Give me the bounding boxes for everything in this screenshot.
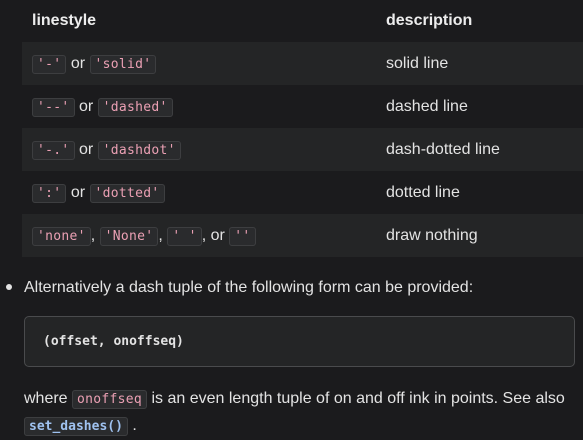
- doc-page: linestyle description '-' or 'solid' sol…: [0, 0, 583, 440]
- description-cell: solid line: [376, 42, 583, 85]
- onoffseq-code: onoffseq: [72, 390, 148, 409]
- linestyle-cell: 'none', 'None', ' ', or '': [22, 214, 376, 257]
- linestyle-code: 'dashdot': [97, 140, 181, 160]
- paragraph-prefix: where: [24, 390, 73, 407]
- table-row: '-.' or 'dashdot' dash-dotted line: [22, 128, 583, 171]
- linestyle-cell: '-.' or 'dashdot': [22, 128, 376, 171]
- column-header-linestyle: linestyle: [22, 0, 376, 42]
- bullet-text: Alternatively a dash tuple of the follow…: [24, 279, 474, 296]
- paragraph-suffix: .: [127, 417, 137, 434]
- table-header-row: linestyle description: [22, 0, 583, 42]
- linestyle-cell: '-' or 'solid': [22, 42, 376, 85]
- bullet-icon: [6, 284, 12, 290]
- separator-text: ,: [90, 226, 100, 244]
- separator-text: or: [74, 140, 98, 158]
- separator-text: or: [66, 183, 90, 201]
- linestyle-cell: ':' or 'dotted': [22, 171, 376, 214]
- linestyle-code: 'None': [99, 226, 159, 246]
- separator-text: or: [74, 97, 98, 115]
- linestyle-code: 'none': [32, 226, 91, 246]
- table-row: '--' or 'dashed' dashed line: [22, 85, 583, 128]
- paragraph-middle: is an even length tuple of on and off in…: [147, 390, 565, 407]
- bullet-item: Alternatively a dash tuple of the follow…: [0, 274, 583, 302]
- linestyle-cell: '--' or 'dashed': [22, 85, 376, 128]
- set-dashes-link[interactable]: set_dashes(): [24, 417, 128, 436]
- description-cell: dashed line: [376, 85, 583, 128]
- column-header-description: description: [376, 0, 583, 42]
- linestyle-code: 'dotted': [89, 183, 165, 203]
- linestyle-code: '--': [32, 97, 75, 117]
- linestyle-code: 'dashed': [97, 97, 173, 117]
- code-block: (offset, onoffseq): [24, 316, 575, 367]
- description-cell: dash-dotted line: [376, 128, 583, 171]
- separator-text: , or: [201, 226, 230, 244]
- code-block-text: (offset, onoffseq): [43, 334, 184, 349]
- table-row: '-' or 'solid' solid line: [22, 42, 583, 85]
- linestyle-code: '': [229, 226, 256, 246]
- separator-text: or: [66, 54, 90, 72]
- table-row: 'none', 'None', ' ', or '' draw nothing: [22, 214, 583, 257]
- linestyle-table: linestyle description '-' or 'solid' sol…: [22, 0, 583, 257]
- table-row: ':' or 'dotted' dotted line: [22, 171, 583, 214]
- linestyle-code: '-': [32, 54, 67, 74]
- linestyle-code: 'solid': [89, 54, 157, 74]
- description-cell: dotted line: [376, 171, 583, 214]
- linestyle-code: ' ': [167, 226, 202, 246]
- description-paragraph: where onoffseq is an even length tuple o…: [24, 386, 583, 440]
- separator-text: ,: [158, 226, 168, 244]
- linestyle-code: '-.': [32, 140, 75, 160]
- linestyle-code: ':': [32, 183, 67, 203]
- description-cell: draw nothing: [376, 214, 583, 257]
